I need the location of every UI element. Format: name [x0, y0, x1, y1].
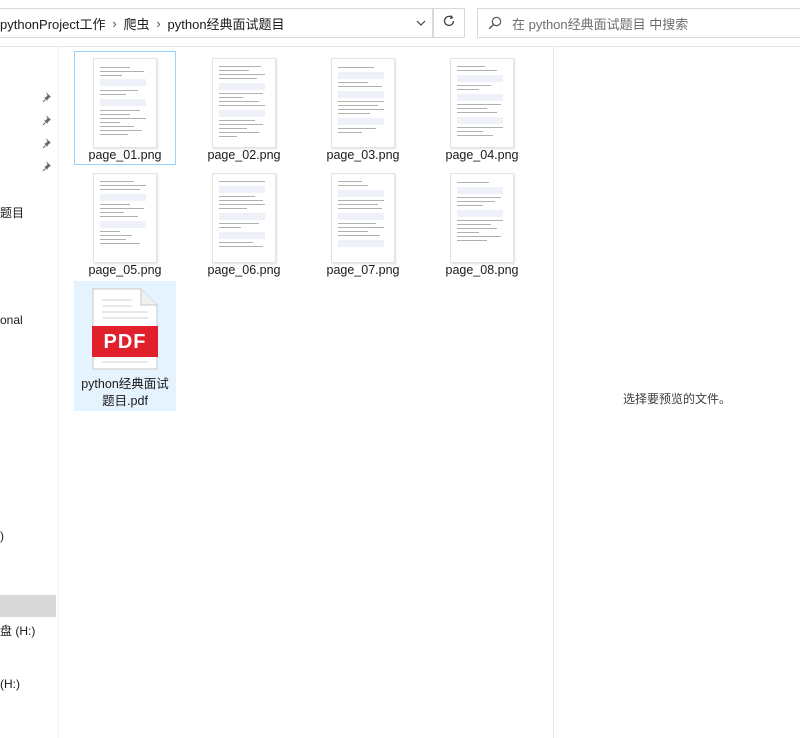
file-list: page_01.png page_02.png page_03.png page… [62, 47, 552, 738]
breadcrumb-item-pythonproject[interactable]: pythonProject工作 [0, 14, 106, 33]
file-item-page-02[interactable]: page_02.png [193, 51, 295, 165]
file-item-page-07[interactable]: page_07.png [312, 166, 414, 280]
file-name: page_04.png [445, 148, 519, 162]
breadcrumb-item-crawler[interactable]: 爬虫 [124, 14, 150, 33]
breadcrumb-separator[interactable]: › [106, 16, 124, 31]
breadcrumb: pythonProject工作 › 爬虫 › python经典面试题目 [0, 14, 285, 33]
address-toolbar: pythonProject工作 › 爬虫 › python经典面试题目 在 py… [0, 0, 800, 47]
navigation-pane: 题目 onal ) 盘 (H:) (H:) [0, 47, 59, 738]
image-thumbnail [93, 58, 157, 148]
pin-icon[interactable] [42, 113, 54, 126]
image-thumbnail [450, 173, 514, 263]
refresh-icon [442, 14, 456, 33]
file-name: page_03.png [326, 148, 400, 162]
file-item-page-08[interactable]: page_08.png [431, 166, 533, 280]
pin-icon[interactable] [42, 159, 54, 172]
image-thumbnail [212, 58, 276, 148]
file-item-pdf[interactable]: PDF python经典面试题目.pdf [74, 281, 176, 411]
file-name: python经典面试题目.pdf [81, 377, 169, 408]
nav-item-folder[interactable]: onal [0, 313, 23, 327]
file-name: page_08.png [445, 263, 519, 277]
search-icon [488, 16, 502, 30]
refresh-button[interactable] [433, 8, 465, 38]
image-thumbnail [212, 173, 276, 263]
pdf-file-icon: PDF [92, 288, 158, 370]
address-bar[interactable]: pythonProject工作 › 爬虫 › python经典面试题目 [0, 8, 433, 38]
image-thumbnail [331, 173, 395, 263]
breadcrumb-item-current-folder[interactable]: python经典面试题目 [168, 14, 285, 33]
chevron-down-icon[interactable] [410, 9, 432, 37]
nav-item-folder[interactable]: 题目 [0, 204, 24, 221]
pdf-badge-label: PDF [103, 331, 147, 353]
breadcrumb-separator[interactable]: › [150, 16, 168, 31]
search-placeholder: 在 python经典面试题目 中搜索 [512, 16, 689, 32]
nav-item-selected[interactable] [0, 595, 56, 617]
file-item-page-03[interactable]: page_03.png [312, 51, 414, 165]
image-thumbnail [450, 58, 514, 148]
file-item-page-04[interactable]: page_04.png [431, 51, 533, 165]
file-item-page-01[interactable]: page_01.png [74, 51, 176, 165]
image-thumbnail [93, 173, 157, 263]
nav-item-drive-h[interactable]: (H:) [0, 677, 20, 691]
nav-item-drive-h[interactable]: 盘 (H:) [0, 622, 35, 639]
image-thumbnail [331, 58, 395, 148]
file-item-page-06[interactable]: page_06.png [193, 166, 295, 280]
file-name: page_06.png [207, 263, 281, 277]
nav-item-drive[interactable]: ) [0, 529, 4, 543]
file-name: page_02.png [207, 148, 281, 162]
search-box[interactable]: 在 python经典面试题目 中搜索 [477, 8, 800, 38]
file-item-page-05[interactable]: page_05.png [74, 166, 176, 280]
file-name: page_07.png [326, 263, 400, 277]
file-name: page_05.png [88, 263, 162, 277]
pin-icon[interactable] [42, 136, 54, 149]
file-name: page_01.png [88, 148, 162, 162]
preview-pane-message: 选择要预览的文件。 [622, 392, 731, 406]
pin-icon[interactable] [42, 90, 54, 103]
